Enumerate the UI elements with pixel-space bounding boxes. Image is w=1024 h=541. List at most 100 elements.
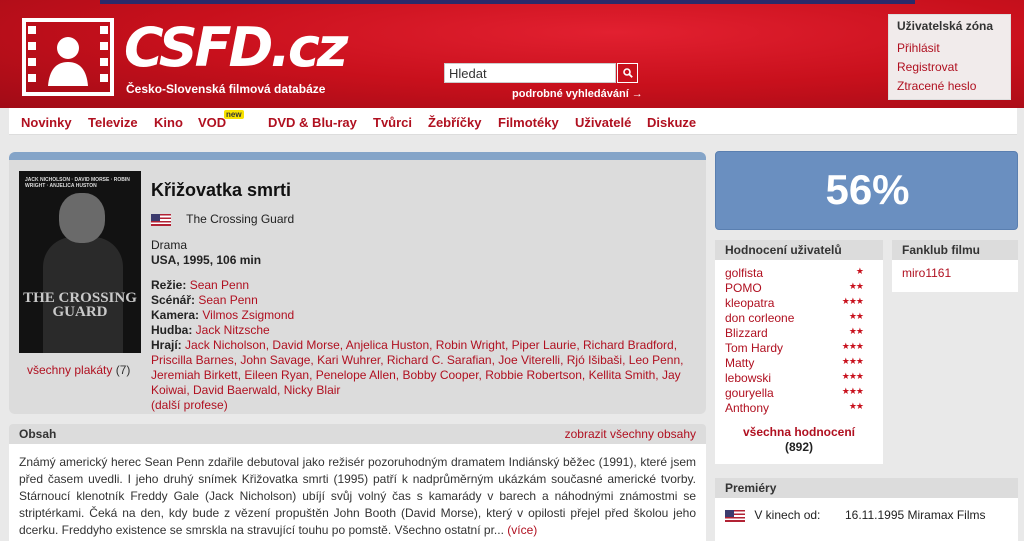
rating-user[interactable]: POMO (725, 281, 762, 295)
music-link[interactable]: Jack Nitzsche (196, 323, 270, 337)
poster-figure-face (59, 193, 105, 243)
directing-label: Režie: (151, 278, 187, 292)
top-banner-strip (100, 0, 915, 4)
rating-row: Anthony ★★ (725, 401, 873, 416)
rating-user[interactable]: Anthony (725, 401, 769, 415)
poster-title: THE CROSSING GUARD (23, 290, 137, 320)
rating-stars-icon: ★★★ (841, 341, 864, 351)
writing-label: Scénář: (151, 293, 196, 307)
poster-credits: JACK NICHOLSON · DAVID MORSE · ROBIN WRI… (25, 177, 130, 189)
all-ratings-link[interactable]: všechna hodnocení (743, 425, 855, 439)
rating-row: Tom Hardy ★★★ (725, 341, 873, 356)
nav-tv[interactable]: Televize (88, 115, 138, 130)
lost-password-link[interactable]: Ztracené heslo (897, 77, 1002, 96)
rating-percent: 56% (825, 166, 910, 213)
all-ratings: všechna hodnocení (892) (725, 425, 873, 454)
rating-user[interactable]: Blizzard (725, 326, 768, 340)
rating-row: golfista ★ (725, 266, 873, 281)
search-button[interactable] (617, 63, 638, 83)
rating-row: lebowski ★★★ (725, 371, 873, 386)
synopsis-title: Obsah (19, 427, 57, 441)
rating-user[interactable]: kleopatra (725, 296, 774, 310)
fanclub-list: miro1161 (892, 260, 1018, 292)
synopsis-header: Obsah zobrazit všechny obsahy (9, 424, 706, 444)
nav-creators[interactable]: Tvůrci (373, 115, 412, 130)
nav-users[interactable]: Uživatelé (575, 115, 631, 130)
site-header: CSFD.cz Česko-Slovenská filmová databáze… (0, 0, 1024, 108)
more-professions-link[interactable]: (další profese) (151, 398, 228, 412)
music-label: Hudba: (151, 323, 193, 337)
camera-link[interactable]: Vilmos Zsigmond (202, 308, 294, 322)
camera-label: Kamera: (151, 308, 200, 322)
cast-links[interactable]: Jack Nicholson, David Morse, Anjelica Hu… (151, 338, 683, 397)
usa-flag-icon (151, 213, 171, 226)
rating-row: Blizzard ★★ (725, 326, 873, 341)
login-link[interactable]: Přihlásit (897, 39, 1002, 58)
original-title: The Crossing Guard (186, 212, 295, 226)
rating-row: kleopatra ★★★ (725, 296, 873, 311)
rating-stars-icon: ★★★ (841, 296, 864, 306)
usa-flag-icon (725, 509, 745, 522)
user-zone-title: Uživatelská zóna (897, 19, 994, 33)
writer-link[interactable]: Sean Penn (198, 293, 257, 307)
user-ratings-header: Hodnocení uživatelů (715, 240, 883, 260)
film-card: JACK NICHOLSON · DAVID MORSE · ROBIN WRI… (9, 152, 706, 414)
film-origin: USA, 1995, 106 min (151, 253, 262, 267)
show-all-synopses-link[interactable]: zobrazit všechny obsahy (565, 427, 696, 441)
directing-row: Režie: Sean Penn (151, 278, 691, 293)
rating-stars-icon: ★★★ (841, 356, 864, 366)
premiere-label: V kinech od: (754, 508, 821, 522)
camera-row: Kamera: Vilmos Zsigmond (151, 308, 691, 323)
nav-dvd[interactable]: DVD & Blu-ray (268, 115, 357, 130)
rating-stars-icon: ★★ (848, 401, 864, 411)
nav-charts[interactable]: Žebříčky (428, 115, 481, 130)
nav-vod[interactable]: VOD (198, 115, 226, 130)
synopsis-more-link[interactable]: (více) (507, 523, 537, 537)
premiere-row: V kinech od: 16.11.1995 Miramax Films (715, 498, 1018, 541)
rating-row: POMO ★★ (725, 281, 873, 296)
film-title: Křižovatka smrti (151, 180, 292, 200)
cast-label: Hrají: (151, 338, 182, 352)
register-link[interactable]: Registrovat (897, 58, 1002, 77)
cast-row: Hrají: Jack Nicholson, David Morse, Anje… (151, 338, 691, 398)
premiere-date: 16.11.1995 Miramax Films (845, 508, 986, 522)
rating-user[interactable]: Matty (725, 356, 754, 370)
user-ratings-list: golfista ★ POMO ★★ kleopatra ★★★ don corleo… (715, 260, 883, 464)
search-icon (622, 68, 633, 78)
film-creators: Režie: Sean Penn Scénář: Sean Penn Kamer… (151, 278, 691, 413)
rating-stars-icon: ★ (855, 266, 864, 276)
rating-user[interactable]: gouryella (725, 386, 774, 400)
rating-user[interactable]: don corleone (725, 311, 794, 325)
director-link[interactable]: Sean Penn (190, 278, 249, 292)
new-badge: new (224, 110, 244, 119)
all-posters-link[interactable]: všechny plakáty (27, 363, 112, 377)
nav-news[interactable]: Novinky (21, 115, 72, 130)
more-professions-row: (další profese) (151, 398, 691, 413)
synopsis-body: Známý americký herec Sean Penn zdařile d… (9, 444, 706, 541)
main-nav: Novinky Televize Kino VOD new DVD & Blu-… (9, 108, 1017, 135)
rating-stars-icon: ★★ (848, 326, 864, 336)
rating-stars-icon: ★★★ (841, 371, 864, 381)
film-strip-logo-icon[interactable] (22, 18, 114, 96)
nav-discussion[interactable]: Diskuze (647, 115, 696, 130)
rating-row: gouryella ★★★ (725, 386, 873, 401)
rating-user[interactable]: lebowski (725, 371, 771, 385)
nav-vod-wrap[interactable]: VOD new (198, 110, 244, 130)
nav-cinema[interactable]: Kino (154, 115, 183, 130)
film-poster[interactable]: JACK NICHOLSON · DAVID MORSE · ROBIN WRI… (19, 171, 141, 353)
writing-row: Scénář: Sean Penn (151, 293, 691, 308)
rating-stars-icon: ★★ (848, 281, 864, 291)
search-input[interactable] (444, 63, 616, 83)
rating-row: don corleone ★★ (725, 311, 873, 326)
fanclub-member-link[interactable]: miro1161 (902, 266, 951, 280)
nav-libraries[interactable]: Filmotéky (498, 115, 559, 130)
all-ratings-count: (892) (784, 440, 813, 454)
rating-stars-icon: ★★ (848, 311, 864, 321)
rating-user[interactable]: golfista (725, 266, 763, 280)
synopsis-text: Známý americký herec Sean Penn zdařile d… (19, 455, 696, 537)
site-subtitle: Česko-Slovenská filmová databáze (126, 82, 326, 96)
premieres-header: Premiéry (715, 478, 1018, 498)
site-logo[interactable]: CSFD.cz (124, 18, 348, 78)
rating-user[interactable]: Tom Hardy (725, 341, 783, 355)
advanced-search-link[interactable]: podrobné vyhledávání → (512, 88, 643, 100)
